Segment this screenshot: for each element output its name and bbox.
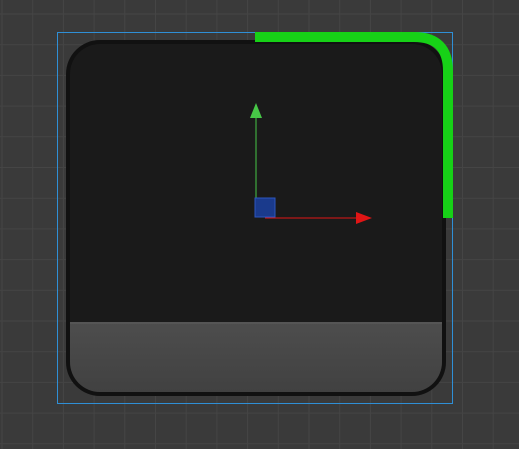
arrow-right-icon[interactable] bbox=[356, 212, 372, 224]
square-handle-icon[interactable] bbox=[254, 197, 276, 218]
scene-viewport[interactable] bbox=[0, 0, 519, 449]
arrow-up-icon[interactable] bbox=[250, 103, 262, 118]
transform-gizmo[interactable] bbox=[0, 0, 519, 449]
